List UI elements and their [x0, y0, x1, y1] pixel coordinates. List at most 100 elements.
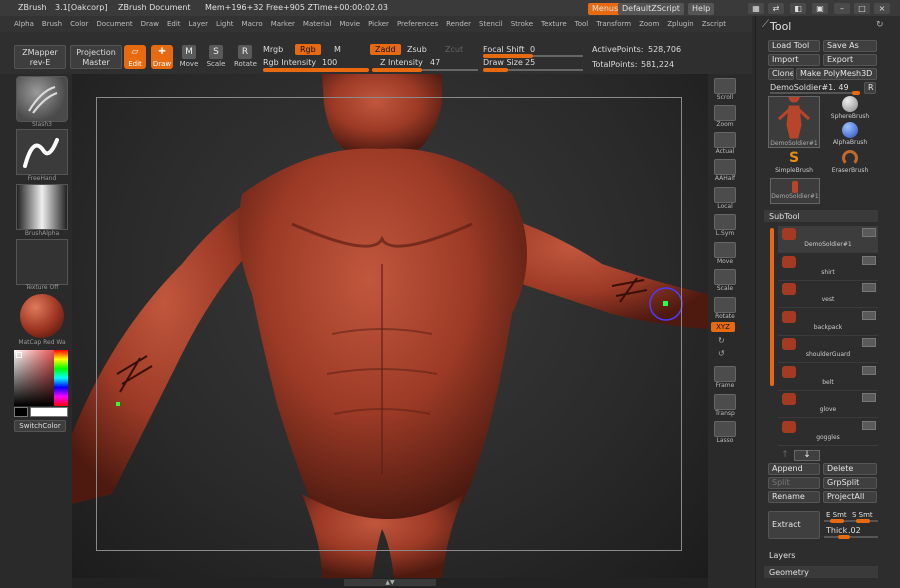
- bottom-tray-bar[interactable]: ▲▼: [72, 578, 708, 588]
- menu-color[interactable]: Color: [70, 20, 88, 28]
- e-smt-toggle[interactable]: E Smt: [826, 511, 847, 519]
- menu-preferences[interactable]: Preferences: [397, 20, 438, 28]
- subtool-row[interactable]: glove: [778, 391, 878, 418]
- palette-refresh-icon[interactable]: ↻: [876, 20, 884, 30]
- zcut-toggle[interactable]: Zcut: [440, 44, 468, 55]
- subtool-visibility-icon[interactable]: [862, 421, 876, 430]
- rotate-y-icon[interactable]: ↻: [718, 336, 728, 346]
- menu-stroke[interactable]: Stroke: [511, 20, 533, 28]
- subtool-visibility-icon[interactable]: [862, 311, 876, 320]
- split-button[interactable]: Split: [768, 477, 820, 489]
- s-smt-toggle[interactable]: S Smt: [852, 511, 873, 519]
- subtool-row[interactable]: backpack: [778, 309, 878, 336]
- menu-picker[interactable]: Picker: [368, 20, 389, 28]
- subtool-row[interactable]: shirt: [778, 254, 878, 281]
- aahalf-button[interactable]: AAHalf: [711, 159, 739, 182]
- rotate-view-button[interactable]: Rotate: [711, 297, 739, 320]
- subtool-row[interactable]: vest: [778, 281, 878, 308]
- zadd-toggle[interactable]: Zadd: [370, 44, 401, 55]
- material-thumbnail[interactable]: [16, 293, 68, 339]
- menu-zoom[interactable]: Zoom: [639, 20, 659, 28]
- draw-size-slider[interactable]: [483, 68, 583, 72]
- rotate-button[interactable]: R Rotate: [234, 45, 257, 69]
- menu-light[interactable]: Light: [216, 20, 233, 28]
- stroke-thumbnail[interactable]: [16, 129, 68, 175]
- zoom-button[interactable]: Zoom: [711, 105, 739, 128]
- menu-document[interactable]: Document: [96, 20, 132, 28]
- minimize-icon[interactable]: –: [834, 3, 850, 14]
- move-button[interactable]: M Move: [178, 45, 200, 69]
- actual-button[interactable]: Actual: [711, 132, 739, 155]
- subtool-row[interactable]: DemoSoldier#1: [778, 226, 878, 253]
- rename-button[interactable]: Rename: [768, 491, 820, 503]
- subtool-row[interactable]: shoulderGuard: [778, 336, 878, 363]
- menu-macro[interactable]: Macro: [242, 20, 263, 28]
- save-icon[interactable]: ▣: [812, 3, 828, 14]
- menu-alpha[interactable]: Alpha: [14, 20, 34, 28]
- alpha-brush[interactable]: AlphaBrush: [826, 122, 874, 146]
- local-button[interactable]: Local: [711, 187, 739, 210]
- swap-icon[interactable]: ⇄: [768, 3, 784, 14]
- m-toggle[interactable]: M: [334, 45, 341, 54]
- current-tool-slider[interactable]: [770, 91, 860, 95]
- subtool-down-icon[interactable]: ↓: [794, 450, 820, 461]
- xyz-button[interactable]: XYZ: [711, 322, 735, 332]
- import-button[interactable]: Import: [768, 54, 820, 66]
- subtool-visibility-icon[interactable]: [862, 366, 876, 375]
- save-as-button[interactable]: Save As: [823, 40, 877, 52]
- rotate-z-icon[interactable]: ↺: [718, 349, 728, 359]
- menu-marker[interactable]: Marker: [271, 20, 295, 28]
- grpsplit-button[interactable]: GrpSplit: [823, 477, 877, 489]
- focal-shift-slider[interactable]: [483, 54, 583, 58]
- projectall-button[interactable]: ProjectAll: [823, 491, 877, 503]
- menu-render[interactable]: Render: [446, 20, 471, 28]
- menu-zplugin[interactable]: Zplugin: [667, 20, 693, 28]
- menu-transform[interactable]: Transform: [596, 20, 631, 28]
- subtool-visibility-icon[interactable]: [862, 228, 876, 237]
- scale-button[interactable]: S Scale: [205, 45, 227, 69]
- rgb-intensity-slider[interactable]: [263, 68, 369, 72]
- r-button[interactable]: R: [864, 82, 876, 94]
- subtool-scrollbar[interactable]: [770, 228, 774, 386]
- simple-brush[interactable]: S SimpleBrush: [770, 150, 818, 174]
- subtool-visibility-icon[interactable]: [862, 256, 876, 265]
- subtool-visibility-icon[interactable]: [862, 338, 876, 347]
- menu-movie[interactable]: Movie: [339, 20, 360, 28]
- transp-button[interactable]: Transp: [711, 394, 739, 417]
- close-icon[interactable]: ×: [874, 3, 890, 14]
- zmapper-button[interactable]: ZMapper rev-E: [14, 45, 66, 69]
- tool-thumb-demosoldier[interactable]: DemoSoldier#1: [768, 91, 820, 148]
- clone-button[interactable]: Clone: [768, 68, 794, 80]
- alpha-thumbnail[interactable]: [16, 184, 68, 230]
- menu-material[interactable]: Material: [303, 20, 331, 28]
- eraser-brush[interactable]: EraserBrush: [826, 150, 874, 174]
- tool-thumb-demosoldier-2[interactable]: DemoSoldier#1: [770, 178, 820, 204]
- menu-edit[interactable]: Edit: [167, 20, 181, 28]
- menu-draw[interactable]: Draw: [141, 20, 159, 28]
- z-intensity-slider[interactable]: [372, 68, 478, 72]
- secondary-color-swatch[interactable]: [14, 407, 28, 417]
- brush-thumbnail[interactable]: [16, 76, 68, 122]
- extract-button[interactable]: Extract: [768, 511, 820, 539]
- draw-button[interactable]: ✚ Draw: [151, 45, 173, 69]
- subtool-row[interactable]: goggles: [778, 419, 878, 446]
- mrgb-toggle[interactable]: Mrgb: [263, 45, 283, 54]
- color-picker[interactable]: [14, 350, 68, 406]
- layout-icon[interactable]: ▦: [748, 3, 764, 14]
- menu-tool[interactable]: Tool: [575, 20, 589, 28]
- switch-color-button[interactable]: SwitchColor: [14, 420, 66, 432]
- scale-view-button[interactable]: Scale: [711, 269, 739, 292]
- geometry-header[interactable]: Geometry: [764, 566, 878, 578]
- menu-zscript[interactable]: Zscript: [702, 20, 726, 28]
- menu-texture[interactable]: Texture: [541, 20, 567, 28]
- menu-layer[interactable]: Layer: [189, 20, 209, 28]
- subtool-header[interactable]: SubTool: [764, 210, 878, 222]
- main-color-swatch[interactable]: [30, 407, 68, 417]
- lock-icon[interactable]: ◧: [790, 3, 806, 14]
- texture-thumbnail[interactable]: [16, 239, 68, 285]
- subtool-visibility-icon[interactable]: [862, 283, 876, 292]
- hue-strip[interactable]: [54, 350, 68, 406]
- layers-section[interactable]: Layers: [769, 551, 795, 560]
- subtool-visibility-icon[interactable]: [862, 393, 876, 402]
- load-tool-button[interactable]: Load Tool: [768, 40, 820, 52]
